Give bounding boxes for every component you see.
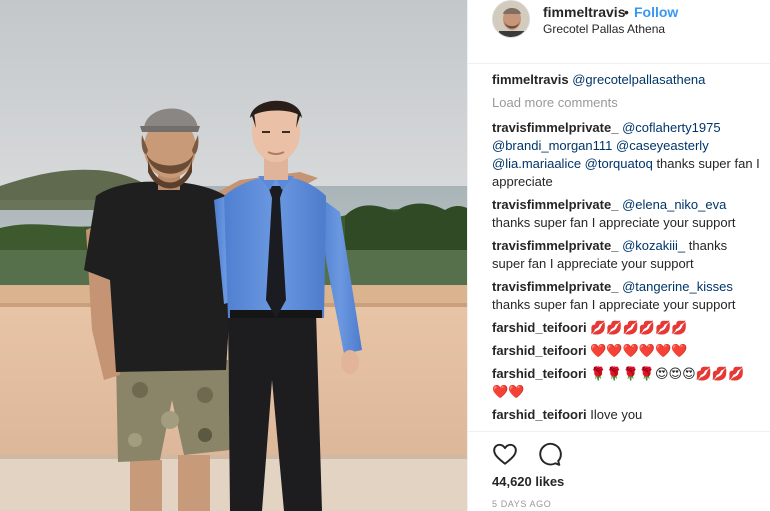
comment-item: farshid_teifoori 💋💋💋💋💋💋	[492, 319, 760, 337]
post-header: fimmeltravis • Follow Grecotel Pallas At…	[468, 0, 770, 64]
comment-text: Ilove you	[590, 407, 643, 422]
comment-item: travisfimmelprivate_ @tangerine_kisses t…	[492, 278, 760, 314]
comment-username[interactable]: travisfimmelprivate_	[492, 120, 618, 135]
comment-mentions[interactable]: @tangerine_kisses	[622, 279, 733, 294]
comment-item: farshid_teifoori ❤️❤️❤️❤️❤️❤️	[492, 342, 760, 360]
likes-count[interactable]: 44,620 likes	[492, 474, 564, 489]
separator-dot: •	[624, 4, 629, 20]
comment-username[interactable]: travisfimmelprivate_	[492, 279, 618, 294]
divider	[468, 431, 770, 432]
comment-username[interactable]: farshid_teifoori	[492, 366, 587, 381]
follow-button[interactable]: Follow	[634, 4, 678, 20]
heart-outline-icon	[493, 443, 517, 465]
photo-illustration	[0, 0, 467, 511]
comment-mentions[interactable]: @kozakiii_	[622, 238, 685, 253]
comment-username[interactable]: farshid_teifoori	[492, 343, 587, 358]
author-username[interactable]: fimmeltravis	[543, 4, 625, 20]
post-timestamp[interactable]: 5 DAYS AGO	[492, 499, 551, 509]
caption-username[interactable]: fimmeltravis	[492, 72, 569, 87]
comment-username[interactable]: farshid_teifoori	[492, 320, 587, 335]
comment-text: thanks super fan I appreciate your suppo…	[492, 297, 736, 312]
avatar[interactable]	[492, 0, 530, 38]
post-sidebar: fimmeltravis • Follow Grecotel Pallas At…	[467, 0, 770, 511]
caption-mention[interactable]: @grecotelpallasathena	[572, 72, 705, 87]
caption: fimmeltravis @grecotelpallasathena	[492, 71, 760, 89]
load-more-comments-button[interactable]: Load more comments	[492, 94, 760, 112]
speech-bubble-icon	[539, 442, 563, 466]
location-link[interactable]: Grecotel Pallas Athena	[543, 22, 665, 36]
comment-text: 💋💋💋💋💋💋	[590, 320, 688, 335]
comment-item: travisfimmelprivate_ @kozakiii_ thanks s…	[492, 237, 760, 273]
comment-username[interactable]: farshid_teifoori	[492, 407, 587, 422]
avatar-photo	[493, 1, 529, 37]
comment-text: thanks super fan I appreciate your suppo…	[492, 215, 736, 230]
comment-username[interactable]: travisfimmelprivate_	[492, 238, 618, 253]
post-photo[interactable]	[0, 0, 467, 511]
comment-button[interactable]	[536, 441, 563, 467]
comment-mentions[interactable]: @elena_niko_eva	[622, 197, 726, 212]
comment-username[interactable]: travisfimmelprivate_	[492, 197, 618, 212]
comment-item: travisfimmelprivate_ @coflaherty1975 @br…	[492, 119, 760, 191]
comment-text: ❤️❤️❤️❤️❤️❤️	[590, 343, 688, 358]
action-bar	[492, 441, 576, 467]
comment-item: farshid_teifoori Ilove you	[492, 406, 760, 424]
comment-item: farshid_teifoori 🌹🌹🌹🌹😍😍😍💋💋💋❤️❤️	[492, 365, 760, 401]
comment-item: travisfimmelprivate_ @elena_niko_eva tha…	[492, 196, 760, 232]
comments-list: fimmeltravis @grecotelpallasathena Load …	[492, 71, 760, 429]
like-button[interactable]	[492, 441, 518, 467]
